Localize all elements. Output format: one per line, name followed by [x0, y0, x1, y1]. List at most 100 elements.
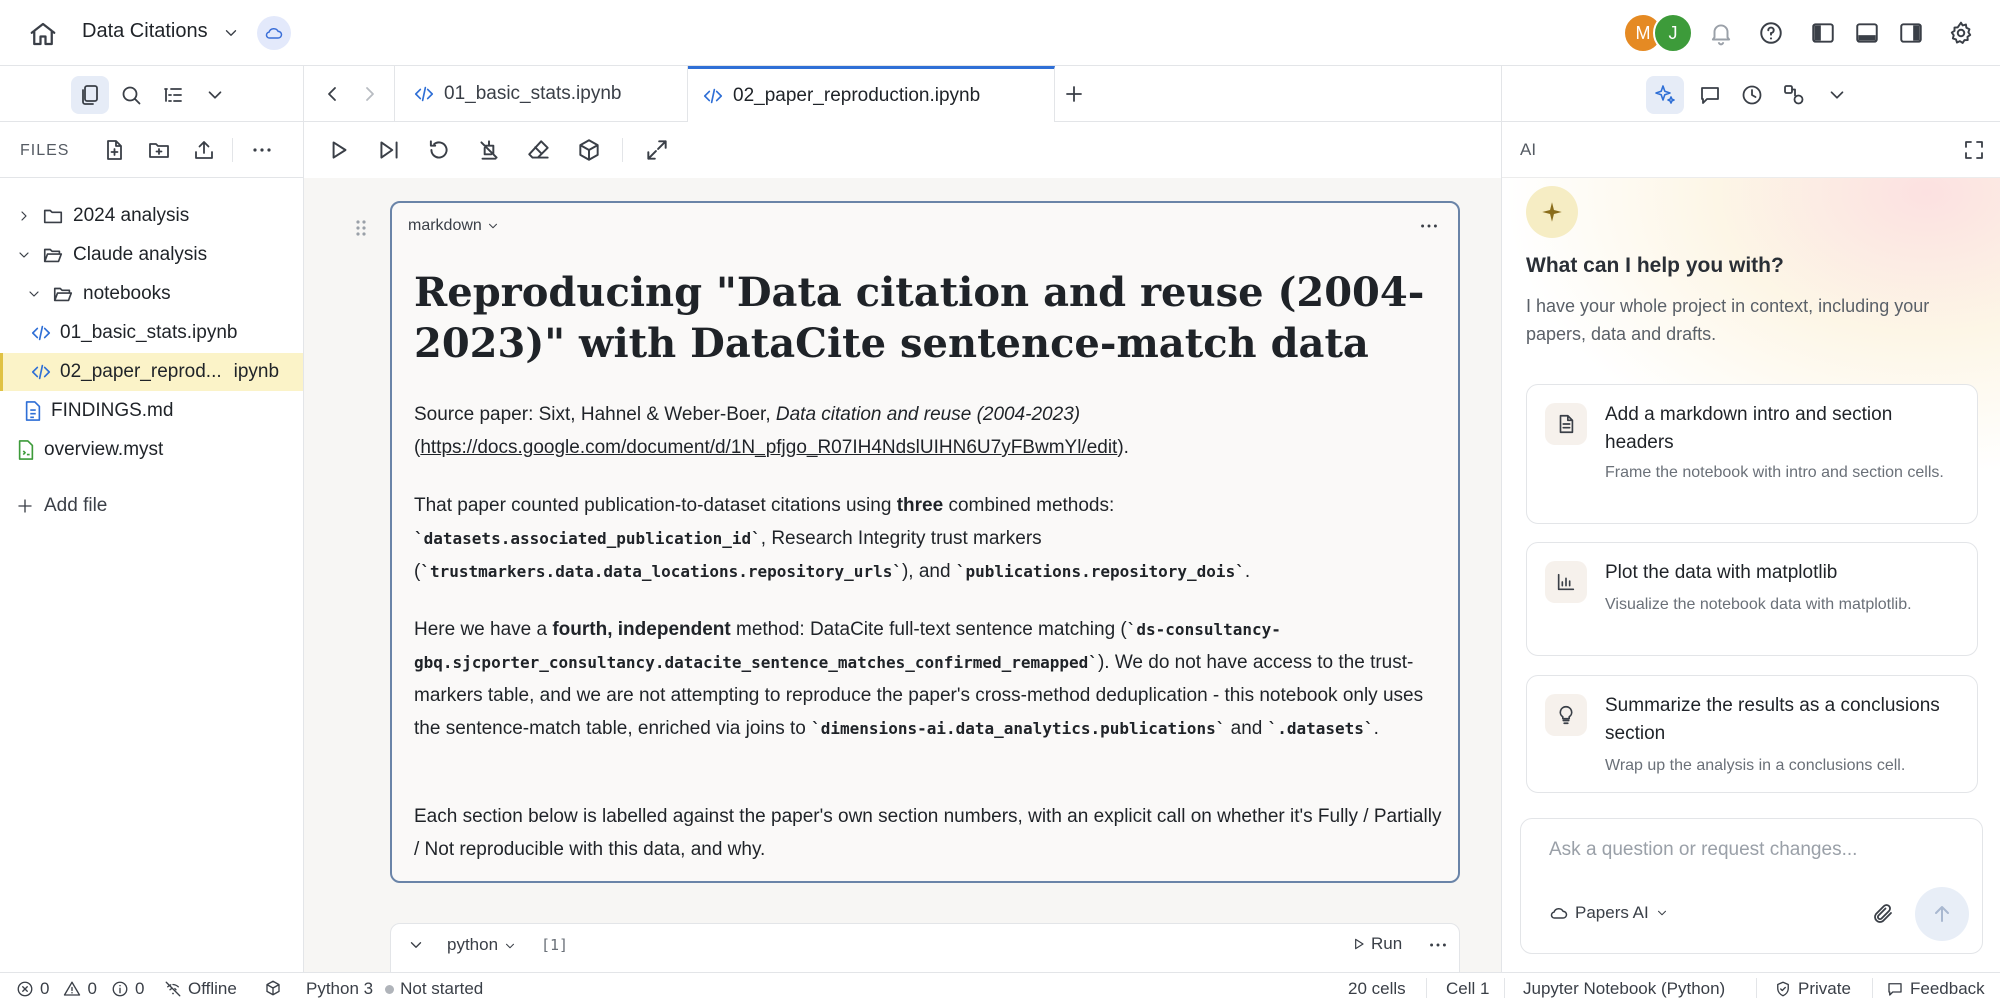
chevron-down-icon[interactable]: [16, 247, 32, 263]
chevron-right-icon[interactable]: [16, 208, 32, 224]
kernel-status[interactable]: Python 3 Not started: [306, 979, 483, 999]
more-icon[interactable]: [250, 138, 274, 162]
project-title[interactable]: Data Citations: [82, 20, 208, 43]
drag-handle-icon[interactable]: [354, 218, 368, 238]
source-link[interactable]: https://docs.google.com/document/d/1N_pf…: [420, 437, 1117, 458]
tab-01-basic-stats[interactable]: 01_basic_stats.ipynb: [394, 66, 688, 122]
cell-type-select[interactable]: markdown: [408, 217, 500, 235]
inline-code: `.datasets`: [1267, 719, 1374, 738]
search-icon[interactable]: [119, 83, 143, 107]
attach-icon[interactable]: [1871, 902, 1895, 926]
tree-label: FINDINGS.md: [51, 400, 174, 421]
home-icon[interactable]: [28, 19, 58, 49]
suggestion-card-markdown[interactable]: Add a markdown intro and section headers…: [1526, 384, 1978, 524]
send-button[interactable]: [1915, 887, 1969, 941]
cell-more-icon[interactable]: [1418, 215, 1440, 237]
new-folder-icon[interactable]: [147, 138, 171, 162]
model-label: Papers AI: [1575, 903, 1649, 922]
avatar[interactable]: J: [1653, 13, 1693, 53]
cell-count: 20 cells: [1348, 979, 1406, 998]
error-count: 0: [40, 979, 50, 998]
tab-02-paper-reproduction[interactable]: 02_paper_reproduction.ipynb: [688, 66, 1055, 123]
code-cell[interactable]: python [1] Run: [390, 923, 1460, 972]
cloud-icon: [1549, 903, 1569, 923]
new-tab-icon[interactable]: [1062, 82, 1086, 106]
chevron-down-icon[interactable]: [222, 24, 240, 42]
ai-panel-tabs: [1502, 66, 2000, 122]
offline-status[interactable]: Offline: [164, 979, 237, 999]
info-count: 0: [134, 979, 145, 998]
tree-file-findings[interactable]: FINDINGS.md: [0, 392, 303, 430]
cell-language-select[interactable]: python: [447, 935, 517, 955]
help-icon[interactable]: [1758, 20, 1784, 46]
back-icon[interactable]: [320, 82, 344, 106]
cloud-sync-icon[interactable]: [257, 16, 291, 50]
run-button[interactable]: Run: [1351, 934, 1402, 954]
tree-label: overview.myst: [44, 439, 164, 460]
notebook-area: markdown Reproducing "Data citation and …: [304, 178, 1501, 972]
suggestion-title: Add a markdown intro and section headers: [1605, 404, 1893, 453]
markdown-cell[interactable]: markdown Reproducing "Data citation and …: [390, 201, 1460, 883]
notebook-heading: Reproducing "Data citation and reuse (20…: [414, 269, 1425, 367]
bell-icon[interactable]: [1708, 20, 1734, 46]
paper-title: Data citation and reuse (2004-2023): [775, 404, 1081, 425]
package-status-icon[interactable]: [264, 979, 282, 997]
ai-sparkle-tab-icon[interactable]: [1646, 76, 1684, 114]
upload-icon[interactable]: [192, 138, 216, 162]
suggestion-card-plot[interactable]: Plot the data with matplotlib Visualize …: [1526, 542, 1978, 656]
fullscreen-icon[interactable]: [1962, 138, 1986, 162]
chevron-down-icon[interactable]: [1826, 84, 1848, 106]
notebook-toolbar: [304, 122, 1501, 178]
new-file-icon[interactable]: [102, 138, 126, 162]
restart-icon[interactable]: [426, 137, 452, 163]
outline-icon[interactable]: [161, 83, 185, 107]
file-sidebar: FILES 2024 analysis Claude analysis note…: [0, 66, 304, 972]
toggle-bottom-panel-icon[interactable]: [1854, 20, 1880, 46]
clear-outputs-icon[interactable]: [526, 137, 552, 163]
chevron-down-icon[interactable]: [204, 84, 226, 106]
chevron-down-icon[interactable]: [26, 286, 42, 302]
toggle-right-panel-icon[interactable]: [1898, 20, 1924, 46]
forward-icon[interactable]: [358, 82, 382, 106]
notebook-type[interactable]: Jupyter Notebook (Python): [1523, 979, 1725, 999]
history-icon[interactable]: [1740, 83, 1764, 107]
bold-text: three: [896, 495, 944, 516]
comments-icon[interactable]: [1698, 83, 1722, 107]
integrations-icon[interactable]: [1782, 83, 1806, 107]
tree-folder-notebooks[interactable]: notebooks: [0, 275, 303, 313]
files-header: FILES: [0, 122, 303, 178]
interrupt-kernel-icon[interactable]: [476, 137, 502, 163]
cell-more-icon[interactable]: [1427, 934, 1449, 956]
tree-file-02-paper-reproduction[interactable]: 02_paper_reprod... ipynb: [0, 353, 303, 391]
collapse-chevron-icon[interactable]: [407, 936, 425, 954]
feedback-button[interactable]: Feedback: [1886, 979, 1985, 999]
ai-chat-input[interactable]: Ask a question or request changes... Pap…: [1520, 818, 1983, 954]
run-all-icon[interactable]: [376, 137, 402, 163]
folder-icon: [42, 205, 64, 227]
files-tab-icon[interactable]: [71, 76, 109, 114]
problems-summary[interactable]: 0 0 0: [16, 979, 144, 999]
warning-count: 0: [87, 979, 97, 998]
expand-icon[interactable]: [644, 137, 670, 163]
sparkle-icon: [1526, 186, 1578, 238]
toggle-left-panel-icon[interactable]: [1810, 20, 1836, 46]
run-cell-icon[interactable]: [326, 137, 352, 163]
text: combined methods:: [943, 495, 1115, 516]
kernel-status-dot: [385, 984, 395, 994]
tree-file-01-basic-stats[interactable]: 01_basic_stats.ipynb: [0, 314, 303, 352]
markdown-file-icon: [23, 400, 43, 422]
tree-folder-2024-analysis[interactable]: 2024 analysis: [0, 197, 303, 235]
package-icon[interactable]: [576, 137, 602, 163]
inline-code: `trustmarkers.data.data_locations.reposi…: [420, 562, 902, 581]
gear-icon[interactable]: [1948, 20, 1974, 46]
tree-file-overview[interactable]: overview.myst: [0, 431, 303, 469]
model-select[interactable]: Papers AI: [1549, 903, 1669, 923]
tree-label: notebooks: [83, 283, 171, 304]
suggestion-card-conclusions[interactable]: Summarize the results as a conclusions s…: [1526, 675, 1978, 793]
privacy-status[interactable]: Private: [1774, 979, 1851, 999]
add-file-button[interactable]: Add file: [0, 487, 303, 525]
tree-folder-claude-analysis[interactable]: Claude analysis: [0, 236, 303, 274]
ai-input-placeholder[interactable]: Ask a question or request changes...: [1549, 839, 1857, 861]
divider: [1426, 978, 1427, 998]
wifi-off-icon: [164, 980, 182, 998]
